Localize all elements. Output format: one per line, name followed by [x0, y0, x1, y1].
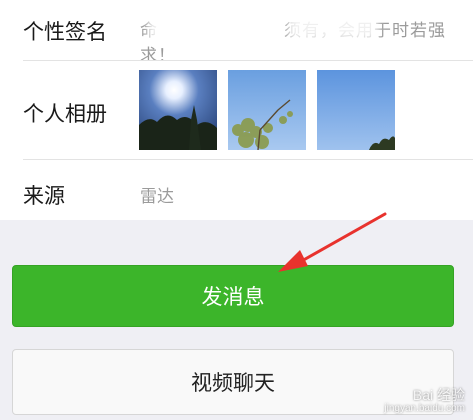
watermark-url: jingyan.baidu.com [384, 403, 465, 414]
signature-label: 个性签名 [23, 20, 107, 44]
send-message-button[interactable]: 发消息 [12, 265, 454, 327]
watermark-brand: Bai 经验 [412, 386, 465, 403]
album-label: 个人相册 [23, 102, 107, 126]
source-row: 来源 雷达 [0, 160, 473, 220]
source-value: 雷达 [140, 187, 174, 207]
signature-row[interactable]: 个性签名 命 须有，会用于时若强求！ [0, 0, 473, 66]
album-row[interactable]: 个人相册 [0, 61, 473, 159]
album-photo-sun[interactable] [139, 70, 217, 150]
album-photo-sky[interactable] [317, 70, 395, 150]
watermark: Bai 经验 jingyan.baidu.com [384, 386, 465, 414]
redaction-blur [148, 10, 268, 40]
source-label: 来源 [23, 184, 65, 208]
album-photo-tree[interactable] [228, 70, 306, 150]
redaction-blur [288, 10, 378, 40]
